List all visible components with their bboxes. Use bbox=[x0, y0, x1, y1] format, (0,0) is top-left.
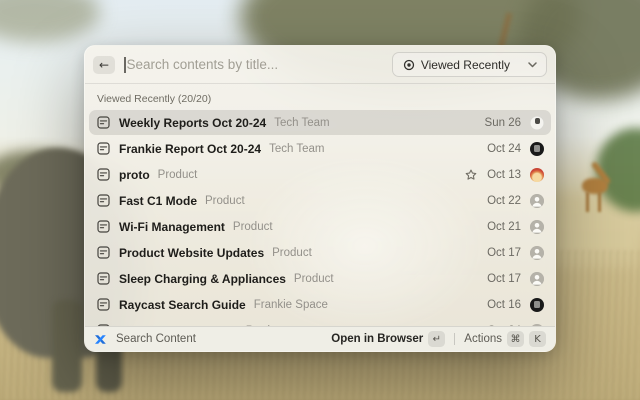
filter-dropdown-label: Viewed Recently bbox=[420, 57, 510, 72]
item-subtitle: Product bbox=[205, 194, 245, 207]
item-date: Oct 13 bbox=[487, 168, 521, 181]
item-title: Fast C1 Mode bbox=[119, 193, 198, 208]
back-button[interactable]: ← bbox=[93, 55, 115, 74]
text-caret bbox=[124, 56, 126, 73]
primary-action-label: Open in Browser bbox=[331, 333, 424, 345]
list-item[interactable]: Frankie Report Oct 20-24 Tech Team Oct 2… bbox=[89, 136, 551, 161]
item-date: Oct 22 bbox=[487, 194, 521, 207]
rows-container: Weekly Reports Oct 20-24 Tech Team Sun 2… bbox=[89, 110, 551, 326]
search-placeholder: Search contents by title... bbox=[126, 57, 279, 72]
item-date: Oct 16 bbox=[487, 298, 521, 311]
return-key-badge: ↵ bbox=[428, 331, 446, 347]
item-subtitle: Product bbox=[293, 272, 334, 285]
avatar bbox=[530, 245, 544, 260]
confluence-icon bbox=[94, 333, 107, 346]
results-list: Viewed Recently (20/20) Weekly Reports O… bbox=[85, 84, 555, 326]
item-date: Oct 17 bbox=[487, 246, 521, 259]
elephant-leg bbox=[52, 300, 82, 392]
item-title: Raycast Search Guide bbox=[119, 297, 246, 312]
tree-canopy bbox=[0, 0, 100, 42]
k-key-badge: K bbox=[529, 331, 546, 347]
item-date: Oct 24 bbox=[487, 142, 521, 155]
document-icon bbox=[97, 116, 110, 129]
avatar bbox=[530, 141, 544, 156]
document-icon bbox=[97, 142, 110, 155]
open-in-browser-action[interactable]: Open in Browser ↵ bbox=[331, 331, 446, 347]
giraffe-leg bbox=[598, 192, 601, 212]
giraffe-leg bbox=[586, 192, 589, 212]
chevron-down-icon bbox=[528, 61, 537, 68]
search-input[interactable]: Search contents by title... bbox=[124, 56, 392, 73]
list-item[interactable]: Product Website Updates Product Oct 17 bbox=[89, 240, 551, 265]
list-item[interactable]: Wi-Fi Management Product Oct 21 bbox=[89, 214, 551, 239]
list-item[interactable]: Sleep Charging & Appliances Product Oct … bbox=[89, 266, 551, 291]
actions-label: Actions bbox=[464, 333, 502, 345]
item-subtitle: Frankie Space bbox=[253, 298, 328, 311]
cmd-key-badge: ⌘ bbox=[507, 331, 524, 347]
document-icon bbox=[97, 246, 110, 259]
item-subtitle: Product bbox=[232, 220, 273, 233]
item-title: Frankie Report Oct 20-24 bbox=[119, 141, 262, 156]
item-subtitle: Tech Team bbox=[274, 116, 330, 129]
document-icon bbox=[97, 298, 110, 311]
item-title: proto bbox=[119, 167, 150, 182]
section-header: Viewed Recently (20/20) bbox=[97, 93, 212, 105]
command-name: Search Content bbox=[116, 333, 196, 345]
document-icon bbox=[97, 168, 110, 181]
list-item[interactable]: Fast C1 Mode Product Oct 22 bbox=[89, 188, 551, 213]
search-bar: ← Search contents by title... Viewed Rec… bbox=[85, 46, 555, 84]
filter-dropdown[interactable]: Viewed Recently bbox=[391, 52, 547, 77]
item-date: Sun 26 bbox=[484, 116, 521, 129]
avatar bbox=[530, 297, 544, 312]
footer-bar: Search Content Open in Browser ↵ Actions… bbox=[85, 326, 555, 351]
avatar bbox=[530, 219, 544, 234]
item-subtitle: Tech Team bbox=[269, 142, 325, 155]
item-date: Oct 17 bbox=[487, 272, 521, 285]
item-subtitle: Product bbox=[157, 168, 198, 181]
footer-divider bbox=[454, 333, 456, 345]
avatar bbox=[530, 167, 544, 182]
avatar bbox=[530, 193, 544, 208]
list-item[interactable]: ESP32 Fast C1 Mode Product Oct 24 bbox=[89, 318, 551, 326]
list-item[interactable]: Raycast Search Guide Frankie Space Oct 1… bbox=[89, 292, 551, 317]
document-icon bbox=[97, 272, 110, 285]
list-item[interactable]: proto Product Oct 13 bbox=[89, 162, 551, 187]
item-title: Sleep Charging & Appliances bbox=[119, 271, 286, 286]
item-title: Product Website Updates bbox=[119, 245, 265, 260]
item-title: Weekly Reports Oct 20-24 bbox=[119, 115, 267, 130]
avatar bbox=[530, 115, 544, 130]
item-title: Wi-Fi Management bbox=[119, 219, 225, 234]
back-icon: ← bbox=[98, 57, 110, 72]
star-icon bbox=[465, 169, 477, 181]
avatar bbox=[530, 271, 544, 286]
raycast-window: ← Search contents by title... Viewed Rec… bbox=[84, 45, 556, 352]
item-subtitle: Product bbox=[272, 246, 312, 259]
document-icon bbox=[97, 194, 110, 207]
item-date: Oct 21 bbox=[487, 220, 521, 233]
actions-menu-button[interactable]: Actions ⌘ K bbox=[464, 331, 546, 347]
document-icon bbox=[97, 220, 110, 233]
eye-icon bbox=[403, 59, 415, 71]
list-item[interactable]: Weekly Reports Oct 20-24 Tech Team Sun 2… bbox=[89, 110, 551, 135]
